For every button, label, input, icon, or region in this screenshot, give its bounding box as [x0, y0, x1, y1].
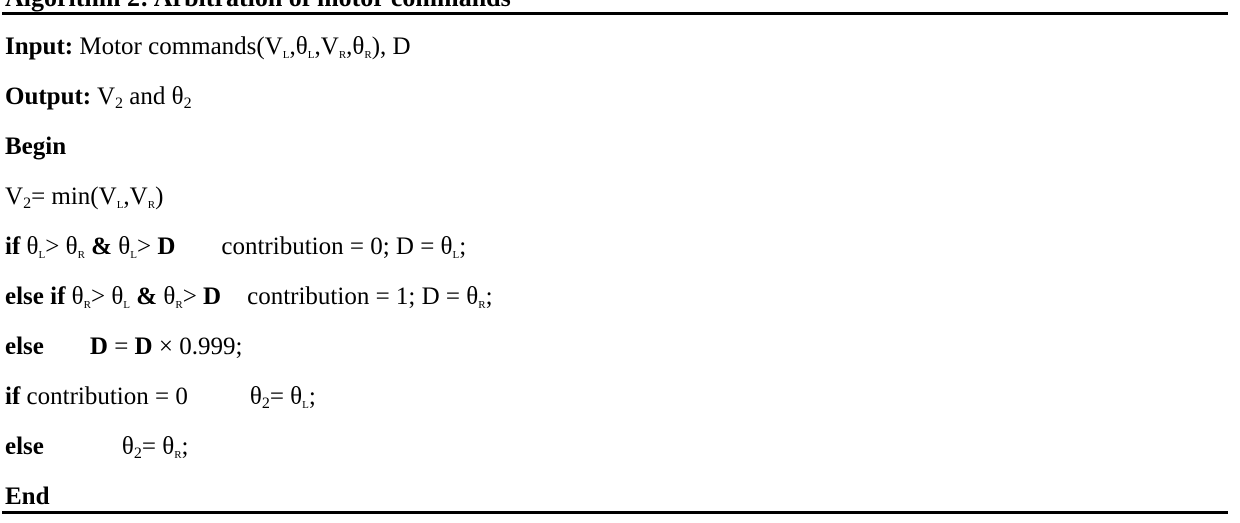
expression-text: = min(V [31, 183, 117, 210]
subscript: R [338, 45, 347, 63]
pseudocode-line-if-contribution: if contribution = 0 θ2= θL; [5, 372, 1235, 422]
keyword-text: Input: [5, 33, 74, 60]
keyword-text: Begin [5, 133, 67, 160]
expression-text: = θ [269, 383, 303, 410]
expression-text: ,θ [289, 33, 308, 60]
pseudocode-line-output: Output: V2 and θ2 [5, 72, 1235, 122]
keyword-text: if [5, 383, 21, 410]
expression-text: θ [249, 383, 262, 410]
expression-text: V [5, 183, 24, 210]
keyword-text: else [5, 333, 44, 360]
expression-text: × 0.999; [152, 333, 243, 360]
keyword-text: D [134, 333, 153, 360]
expression-text: > [182, 283, 204, 310]
subscript: L [123, 295, 131, 313]
expression-text: > θ [90, 283, 124, 310]
keyword-text: D [89, 333, 108, 360]
subscript: 2 [23, 195, 32, 213]
subscript: R [175, 295, 183, 313]
subscript: R [83, 295, 91, 313]
keyword-text: D [157, 233, 176, 260]
keyword-text: D [203, 283, 222, 310]
horizontal-rule-bottom [2, 511, 1228, 514]
pseudocode-line-else-if-right: else if θR> θL & θR> Dcontribution = 1; … [5, 272, 1235, 322]
expression-text: V [91, 83, 115, 110]
subscript: R [77, 245, 85, 263]
expression-text: ) [155, 183, 164, 210]
pseudocode-line-end: End [5, 472, 1235, 522]
subscript: R [478, 295, 486, 313]
keyword-text: End [5, 483, 50, 510]
expression-text: > θ [45, 233, 78, 260]
expression-text: θ [112, 233, 131, 260]
pseudocode-line-list: Input: Motor commands(VL,θL,VR,θR), D Out… [5, 22, 1235, 522]
subscript: R [364, 45, 372, 63]
subscript: 2 [261, 395, 270, 413]
expression-text: contribution = 1; D = θ [247, 283, 479, 310]
expression-text: ; [485, 283, 493, 310]
pseudocode-line-input: Input: Motor commands(VL,θL,VR,θR), D [5, 22, 1235, 72]
pseudocode-line-else-theta-right: else θ2= θR; [5, 422, 1235, 472]
subscript: L [452, 245, 460, 263]
keyword-text: else if [5, 283, 66, 310]
subscript: L [302, 395, 309, 413]
expression-text: ,θ [346, 33, 365, 60]
subscript: L [38, 245, 46, 263]
subscript: L [116, 195, 124, 213]
pseudocode-line-begin: Begin [5, 122, 1235, 172]
expression-text: θ [121, 433, 134, 460]
expression-text: = [107, 333, 135, 360]
pseudocode-line-if-left: if θL> θR & θL> Dcontribution = 0; D = θ… [5, 222, 1235, 272]
algorithm-pseudocode-block: Algorithm 2: Arbitration of motor comman… [0, 0, 1240, 523]
expression-text: and θ [123, 83, 184, 110]
expression-text: θ [20, 233, 39, 260]
expression-text: contribution = 0; D = θ [221, 233, 453, 260]
expression-text: θ [157, 283, 176, 310]
subscript: 2 [115, 95, 123, 113]
subscript: L [130, 245, 137, 263]
subscript: L [282, 45, 290, 63]
keyword-text: else [5, 433, 44, 460]
expression-text: ), D [371, 33, 411, 60]
expression-text: > [136, 233, 158, 260]
horizontal-rule-top [2, 12, 1228, 15]
subscript: L [307, 45, 315, 63]
expression-text: ; [459, 233, 467, 260]
subscript: R [147, 195, 156, 213]
pseudocode-line-else-decay: else D = D × 0.999; [5, 322, 1235, 372]
subscript: R [174, 445, 182, 463]
subscript: 2 [133, 445, 142, 463]
expression-text: = θ [141, 433, 175, 460]
expression-text: ; [181, 433, 189, 460]
expression-text: θ [65, 283, 84, 310]
expression-text: ; [308, 383, 316, 410]
keyword-text: & [91, 233, 112, 260]
expression-text: Motor commands(V [73, 33, 283, 60]
subscript: 2 [183, 95, 192, 113]
keyword-text: if [5, 233, 21, 260]
keyword-text: Output: [5, 83, 92, 110]
expression-text: ,V [314, 33, 339, 60]
keyword-text: & [136, 283, 158, 310]
pseudocode-line-assign-v2: V2= min(VL,VR) [5, 172, 1235, 222]
expression-text: contribution = 0 [20, 383, 188, 410]
expression-text: ,V [123, 183, 148, 210]
